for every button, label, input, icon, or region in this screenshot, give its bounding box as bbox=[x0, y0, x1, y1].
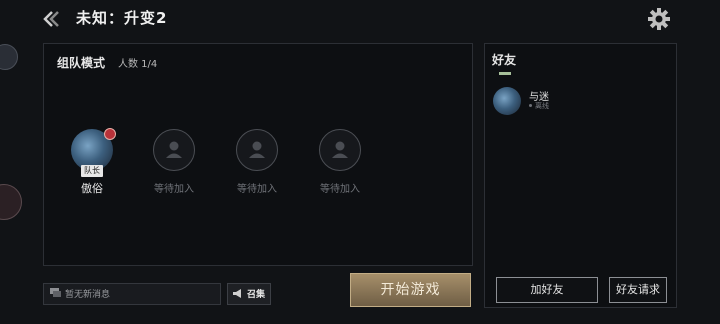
waiting-label: 等待加入 bbox=[320, 184, 360, 195]
avatar: 队长 bbox=[71, 128, 116, 177]
back-button[interactable] bbox=[40, 8, 62, 30]
friends-title: 好友 bbox=[492, 53, 517, 67]
chat-bubble-icon bbox=[50, 288, 61, 297]
captain-tag: 队长 bbox=[81, 165, 103, 177]
empty-slot-ring bbox=[319, 129, 361, 171]
megaphone-icon bbox=[233, 289, 241, 298]
team-slot-empty[interactable]: 等待加入 bbox=[300, 129, 380, 195]
player-count-label: 人数 1/4 bbox=[118, 59, 158, 70]
team-slot-empty[interactable]: 等待加入 bbox=[217, 129, 297, 195]
friend-status: 离线 bbox=[535, 102, 549, 110]
empty-slot-ring bbox=[153, 129, 195, 171]
leader-name: 傲俗 bbox=[81, 182, 103, 195]
friend-request-button[interactable]: 好友请求 bbox=[609, 277, 667, 303]
waiting-label: 等待加入 bbox=[237, 184, 277, 195]
user-placeholder-icon bbox=[249, 141, 265, 158]
recruit-button[interactable]: 召集 bbox=[227, 283, 271, 305]
friends-panel bbox=[484, 43, 677, 308]
team-mode-label: 组队模式 bbox=[57, 56, 106, 70]
team-slot-leader[interactable]: 队长 傲俗 bbox=[52, 128, 132, 196]
user-placeholder-icon bbox=[166, 141, 182, 158]
offline-dot-icon bbox=[529, 104, 532, 107]
add-friend-button[interactable]: 加好友 bbox=[496, 277, 598, 303]
recruit-label: 召集 bbox=[247, 290, 266, 300]
friends-tab-indicator bbox=[499, 72, 511, 75]
page-title: 未知：升变2 bbox=[76, 9, 168, 27]
gear-icon bbox=[648, 8, 670, 30]
leader-badge-icon bbox=[104, 128, 116, 140]
chat-input[interactable]: 暂无新消息 bbox=[43, 283, 221, 305]
start-game-button[interactable]: 开始游戏 bbox=[350, 273, 471, 307]
empty-slot-ring bbox=[236, 129, 278, 171]
side-avatar[interactable] bbox=[0, 184, 22, 220]
avatar[interactable] bbox=[493, 87, 521, 115]
chat-placeholder: 暂无新消息 bbox=[65, 290, 111, 300]
back-chevron-icon bbox=[43, 11, 59, 27]
waiting-label: 等待加入 bbox=[154, 184, 194, 195]
user-placeholder-icon bbox=[332, 141, 348, 158]
team-slot-empty[interactable]: 等待加入 bbox=[134, 129, 214, 195]
side-avatar[interactable] bbox=[0, 44, 18, 70]
settings-button[interactable] bbox=[646, 6, 672, 32]
